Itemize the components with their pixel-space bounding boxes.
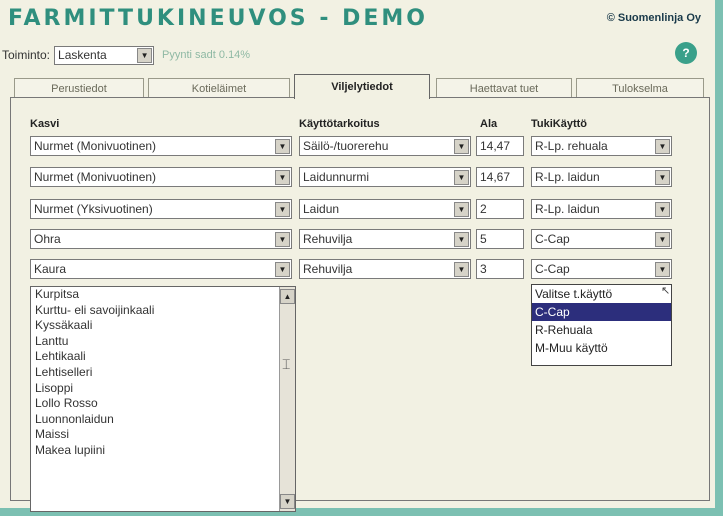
support-use-select[interactable]: R-Lp. laidun ▼ [531,167,672,187]
crop-option[interactable]: Kurpitsa [31,287,295,303]
support-use-option[interactable]: R-Rehuala [532,321,671,339]
crop-select[interactable]: Ohra ▼ [30,229,292,249]
crop-select[interactable]: Kaura ▼ [30,259,292,279]
usage-select[interactable]: Säilö-/tuorerehu ▼ [299,136,471,156]
dropdown-arrow-icon[interactable]: ▼ [137,47,153,63]
dropdown-arrow-icon[interactable]: ▼ [454,169,469,185]
dropdown-arrow-icon[interactable]: ▼ [454,231,469,247]
support-use-select[interactable]: R-Lp. laidun ▼ [531,199,672,219]
support-use-value: C-Cap [535,232,570,246]
tab-viljelytiedot[interactable]: Viljelytiedot [294,74,430,99]
action-select-value: Laskenta [58,48,107,62]
area-input[interactable]: 14,67 [476,167,524,187]
usage-select[interactable]: Rehuvilja ▼ [299,229,471,249]
crop-select[interactable]: Nurmet (Yksivuotinen) ▼ [30,199,292,219]
support-use-select[interactable]: C-Cap ▼ [531,259,672,279]
usage-value: Laidun [303,202,340,216]
area-input[interactable]: 2 [476,199,524,219]
toolbar: Toiminto: Laskenta ▼ Pyynti sadt 0.14% [2,44,250,66]
usage-value: Rehuvilja [303,262,353,276]
crop-value: Kaura [34,262,67,276]
dropdown-scrollbar[interactable]: ▲ ▼ [279,287,295,511]
usage-value: Laidunnurmi [303,170,370,184]
crop-option[interactable]: Kurttu- eli savoijinkaali [31,303,295,319]
dropdown-arrow-icon[interactable]: ▼ [454,138,469,154]
dropdown-arrow-icon[interactable]: ▼ [655,138,670,154]
tab-haettavat-tuet[interactable]: Haettavat tuet [436,78,572,98]
support-use-value: C-Cap [535,262,570,276]
dropdown-arrow-icon[interactable]: ▼ [275,231,290,247]
tab-bar: Perustiedot Kotieläimet Viljelytiedot Ha… [10,74,710,99]
support-use-option-selected[interactable]: C-Cap [532,303,671,321]
help-icon[interactable]: ? [675,42,697,64]
crop-option[interactable]: Kyssäkaali [31,318,295,334]
action-label: Toiminto: [2,48,51,62]
area-input[interactable]: 3 [476,259,524,279]
crop-value: Nurmet (Monivuotinen) [34,139,157,153]
crop-option[interactable]: Maissi [31,427,295,443]
crop-option[interactable]: Lehtikaali [31,349,295,365]
dropdown-arrow-icon[interactable]: ▼ [655,231,670,247]
column-header-usage: Käyttötarkoitus [299,118,380,130]
tab-perustiedot[interactable]: Perustiedot [14,78,144,98]
crop-option[interactable]: Lanttu [31,334,295,350]
dropdown-arrow-icon[interactable]: ▼ [275,261,290,277]
crop-value: Nurmet (Monivuotinen) [34,170,157,184]
app-title: FARMITTUKINEUVOS - DEMO [8,6,428,31]
support-use-value: R-Lp. rehuala [535,139,608,153]
support-use-select[interactable]: C-Cap ▼ [531,229,672,249]
area-input[interactable]: 5 [476,229,524,249]
column-header-crop: Kasvi [30,118,60,130]
crop-option[interactable]: Lollo Rosso [31,396,295,412]
copyright-text: © Suomenlinja Oy [606,12,701,24]
action-select[interactable]: Laskenta ▼ [54,45,155,65]
dropdown-arrow-icon[interactable]: ▼ [275,138,290,154]
mouse-pointer-icon: ↖ [661,285,671,297]
dropdown-arrow-icon[interactable]: ▼ [454,201,469,217]
dropdown-arrow-icon[interactable]: ▼ [275,201,290,217]
dropdown-arrow-icon[interactable]: ▼ [655,201,670,217]
crop-option[interactable]: Lisoppi [31,381,295,397]
dropdown-arrow-icon[interactable]: ▼ [454,261,469,277]
crop-option[interactable]: Luonnonlaidun [31,412,295,428]
crop-option[interactable]: Makea lupiini [31,443,295,459]
usage-select[interactable]: Rehuvilja ▼ [299,259,471,279]
support-use-option[interactable]: Valitse t.käyttö [532,285,671,303]
crop-dropdown-list[interactable]: Kurpitsa Kurttu- eli savoijinkaali Kyssä… [30,286,296,512]
usage-value: Rehuvilja [303,232,353,246]
support-use-select[interactable]: R-Lp. rehuala ▼ [531,136,672,156]
column-header-support-use: TukiKäyttö [531,118,588,130]
scroll-up-icon[interactable]: ▲ [280,289,295,304]
scroll-down-icon[interactable]: ▼ [280,494,295,509]
dropdown-arrow-icon[interactable]: ▼ [275,169,290,185]
app-window: FARMITTUKINEUVOS - DEMO © Suomenlinja Oy… [0,0,723,516]
crop-select[interactable]: Nurmet (Monivuotinen) ▼ [30,167,292,187]
dropdown-arrow-icon[interactable]: ▼ [655,261,670,277]
support-use-dropdown-list[interactable]: Valitse t.käyttö C-Cap R-Rehuala M-Muu k… [531,284,672,366]
support-use-option[interactable]: M-Muu käyttö [532,339,671,357]
toolbar-hint: Pyynti sadt 0.14% [162,49,251,61]
dropdown-arrow-icon[interactable]: ▼ [655,169,670,185]
area-input[interactable]: 14,47 [476,136,524,156]
crop-value: Nurmet (Yksivuotinen) [34,202,153,216]
tab-kotielaimet[interactable]: Kotieläimet [148,78,290,98]
usage-select[interactable]: Laidunnurmi ▼ [299,167,471,187]
support-use-value: R-Lp. laidun [535,170,600,184]
usage-select[interactable]: Laidun ▼ [299,199,471,219]
crop-option[interactable]: Lehtiselleri [31,365,295,381]
text-cursor-icon: ⌶ [282,356,291,372]
support-use-value: R-Lp. laidun [535,202,600,216]
crop-select[interactable]: Nurmet (Monivuotinen) ▼ [30,136,292,156]
tab-tulokselma[interactable]: Tulokselma [576,78,704,98]
crop-value: Ohra [34,232,61,246]
usage-value: Säilö-/tuorerehu [303,139,389,153]
column-header-area: Ala [480,118,498,130]
